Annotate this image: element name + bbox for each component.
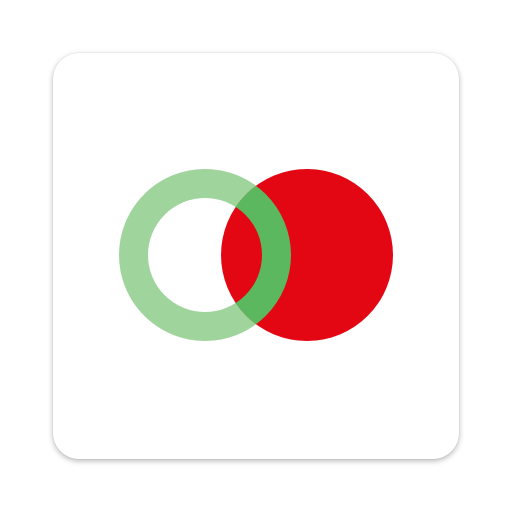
overlap-shape: [221, 169, 393, 341]
icon-canvas: [0, 0, 512, 512]
overlapping-circles-logo-icon: [119, 169, 393, 341]
